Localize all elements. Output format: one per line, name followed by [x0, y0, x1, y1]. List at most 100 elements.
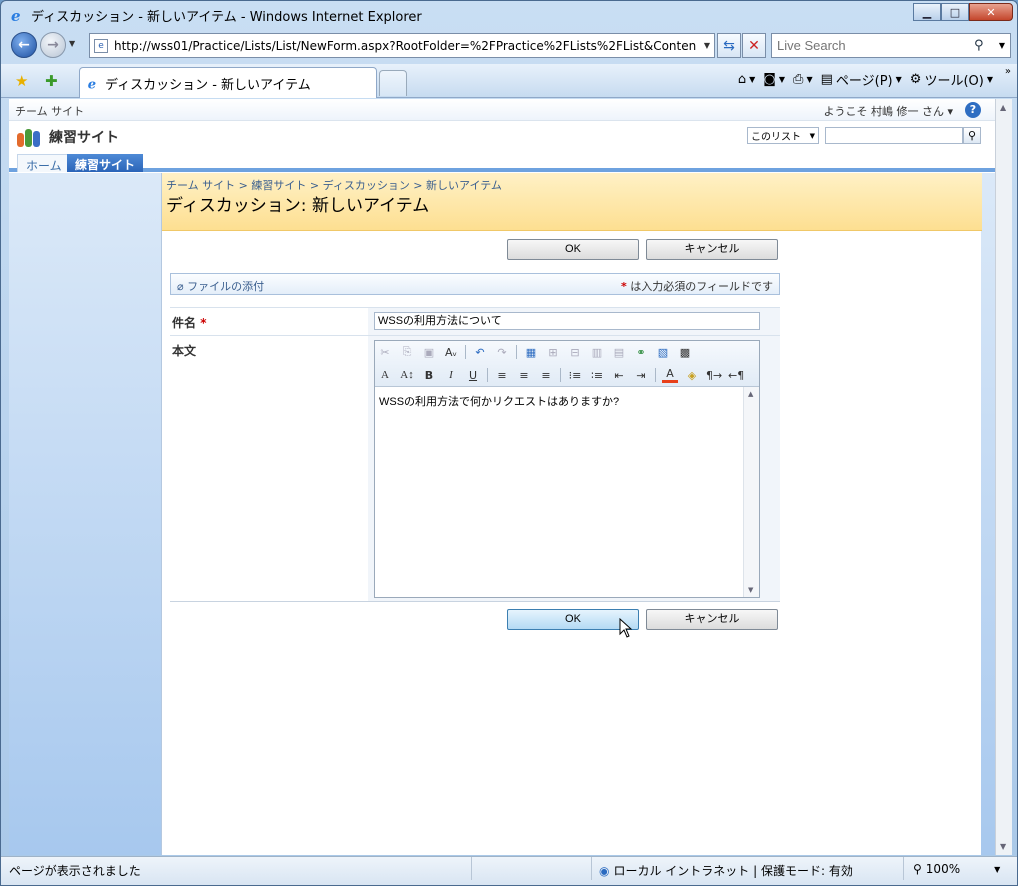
page-scroll-up-icon[interactable]: ▲ — [1000, 103, 1006, 112]
insert-table-icon[interactable]: ▦ — [523, 346, 539, 359]
search-icon[interactable]: ⚲ — [974, 38, 994, 53]
history-dropdown[interactable]: ▼ — [69, 39, 75, 48]
attach-file-link[interactable]: ⌀ ファイルの添付 — [177, 278, 264, 294]
rss-icon: ◙ — [763, 72, 776, 87]
stop-button[interactable]: ✕ — [742, 33, 766, 58]
copy-icon[interactable]: ⎘ — [399, 345, 415, 359]
command-bar: ⌂ ▼ ◙ ▼ ⎙ ▼ ▤ ページ(P) ▼ ⚙ ツール(O) ▼ — [738, 70, 993, 89]
required-note-text: は入力必須のフィールドです — [630, 280, 773, 293]
bold-icon[interactable]: B — [421, 369, 437, 382]
back-button[interactable]: ← — [11, 32, 37, 58]
page-title: ディスカッション: 新しいアイテム — [166, 196, 430, 216]
page-menu[interactable]: ▤ ページ(P) ▼ — [821, 70, 902, 89]
search-scope-select[interactable]: このリスト ▼ — [747, 127, 819, 144]
rich-text-editor[interactable]: ✂ ⎘ ▣ Aᵥ ↶ ↷ ▦ ⊞ ⊟ ▥ ▤ ⚭ ▧ ▩ A A↕ B I U … — [374, 340, 760, 598]
html-source-icon[interactable]: ▩ — [677, 346, 693, 359]
close-button[interactable]: ✕ — [969, 3, 1013, 21]
scroll-up-icon[interactable]: ▲ — [748, 390, 753, 398]
zoom-dropdown-icon[interactable]: ▼ — [994, 865, 1000, 874]
home-button[interactable]: ⌂ ▼ — [738, 72, 755, 87]
print-button[interactable]: ⎙ ▼ — [793, 72, 813, 87]
arrow-right-icon: → — [47, 37, 59, 53]
left-navigation — [9, 173, 161, 855]
top-site-link[interactable]: チーム サイト — [15, 103, 84, 119]
rtl-icon[interactable]: ←¶ — [728, 369, 744, 382]
insert-row-icon[interactable]: ⊞ — [545, 346, 561, 359]
rte-scrollbar[interactable]: ▲ ▼ — [743, 387, 759, 597]
address-row: ← → ▼ e http://wss01/Practice/Lists/List… — [1, 30, 1017, 62]
insert-column-icon[interactable]: ⊟ — [567, 346, 583, 359]
address-bar[interactable]: e http://wss01/Practice/Lists/List/NewFo… — [89, 33, 715, 58]
page-scroll-down-icon[interactable]: ▼ — [1000, 842, 1006, 851]
numbered-list-icon[interactable]: ⁝≡ — [567, 369, 583, 382]
align-left-icon[interactable]: ≡ — [494, 369, 510, 382]
site-search-input[interactable] — [825, 127, 963, 144]
security-zone[interactable]: ◉ ローカル イントラネット | 保護モード: 有効 — [599, 862, 853, 879]
printer-icon: ⎙ — [793, 72, 804, 87]
refresh-button[interactable]: ⇆ — [717, 33, 741, 58]
subject-input[interactable]: WSSの利用方法について — [374, 312, 760, 330]
font-size-icon[interactable]: A↕ — [399, 369, 415, 381]
subject-label: 件名 * — [172, 314, 206, 331]
split-cells-icon[interactable]: ▤ — [611, 346, 627, 359]
highlight-icon[interactable]: ◈ — [684, 369, 700, 382]
form-toolbar: ⌀ ファイルの添付 * は入力必須のフィールドです — [170, 273, 780, 295]
cancel-button-bottom[interactable]: キャンセル — [646, 609, 778, 630]
align-right-icon[interactable]: ≡ — [538, 369, 554, 382]
address-url[interactable]: http://wss01/Practice/Lists/List/NewForm… — [114, 39, 700, 53]
redo-icon[interactable]: ↷ — [494, 346, 510, 359]
cancel-button-top[interactable]: キャンセル — [646, 239, 778, 260]
bullet-list-icon[interactable]: ∶≡ — [589, 369, 605, 382]
underline-icon[interactable]: U — [465, 369, 481, 382]
insert-image-icon[interactable]: ▧ — [655, 346, 671, 359]
new-tab-button[interactable] — [379, 70, 407, 96]
help-icon[interactable]: ? — [965, 102, 981, 118]
italic-icon[interactable]: I — [443, 369, 459, 381]
search-dropdown-icon[interactable]: ▼ — [994, 41, 1010, 50]
ok-button-top[interactable]: OK — [507, 239, 639, 260]
welcome-menu[interactable]: ようこそ 村嶋 修一 さん ▾ — [823, 103, 953, 119]
security-zone-text: ローカル イントラネット | 保護モード: 有効 — [613, 864, 853, 878]
text-color-icon[interactable]: A — [662, 367, 678, 383]
nav-practice-site[interactable]: 練習サイト — [67, 154, 144, 172]
tab-discussion-new-item[interactable]: e ディスカッション - 新しいアイテム — [79, 67, 377, 98]
undo-icon[interactable]: ↶ — [472, 346, 488, 359]
sharepoint-logo-icon — [17, 127, 41, 147]
feeds-button[interactable]: ◙ ▼ — [763, 72, 785, 87]
zoom-control[interactable]: ⚲ 100% ▼ — [913, 862, 1000, 876]
paste-icon[interactable]: ▣ — [421, 346, 437, 359]
status-divider — [903, 857, 904, 880]
live-search-box[interactable]: ⚲ ▼ — [771, 33, 1011, 58]
body-label: 本文 — [172, 344, 197, 358]
browser-window: e ディスカッション - 新しいアイテム - Windows Internet … — [0, 0, 1018, 886]
forward-button[interactable]: → — [40, 32, 66, 58]
minimize-button[interactable]: ▁ — [913, 3, 941, 21]
font-icon[interactable]: A — [377, 369, 393, 381]
favorites-star-icon[interactable]: ★ — [15, 72, 28, 90]
site-name[interactable]: 練習サイト — [49, 127, 119, 147]
form-table: 件名 * WSSの利用方法について 本文 ✂ ⎘ ▣ Aᵥ ↶ ↷ ▦ ⊞ ⊟ … — [170, 307, 780, 602]
ie-logo-icon: e — [11, 7, 21, 23]
ie-tab-icon: e — [88, 77, 96, 90]
scroll-down-icon[interactable]: ▼ — [748, 586, 753, 594]
ltr-icon[interactable]: ¶→ — [706, 369, 722, 382]
live-search-input[interactable] — [777, 38, 974, 53]
align-center-icon[interactable]: ≡ — [516, 369, 532, 382]
site-search-go-icon[interactable]: ⚲ — [963, 127, 981, 144]
page-scrollbar[interactable]: ▲ ▼ — [995, 99, 1012, 855]
increase-indent-icon[interactable]: ⇥ — [633, 369, 649, 382]
maximize-button[interactable]: □ — [941, 3, 969, 21]
add-favorites-icon[interactable]: ✚ — [45, 72, 58, 90]
nav-home[interactable]: ホーム — [17, 154, 71, 173]
svg-text:e: e — [88, 77, 96, 90]
chevron-more-icon[interactable]: » — [1005, 66, 1011, 77]
address-dropdown-icon[interactable]: ▼ — [700, 41, 714, 50]
cut-icon[interactable]: ✂ — [377, 346, 393, 359]
insert-link-icon[interactable]: ⚭ — [633, 346, 649, 359]
spellcheck-icon[interactable]: Aᵥ — [443, 346, 459, 359]
arrow-left-icon: ← — [18, 37, 30, 53]
merge-cells-icon[interactable]: ▥ — [589, 346, 605, 359]
rte-body-text[interactable]: WSSの利用方法で何かリクエストはありますか? — [379, 393, 739, 409]
tools-menu[interactable]: ⚙ ツール(O) ▼ — [910, 70, 993, 89]
decrease-indent-icon[interactable]: ⇤ — [611, 369, 627, 382]
